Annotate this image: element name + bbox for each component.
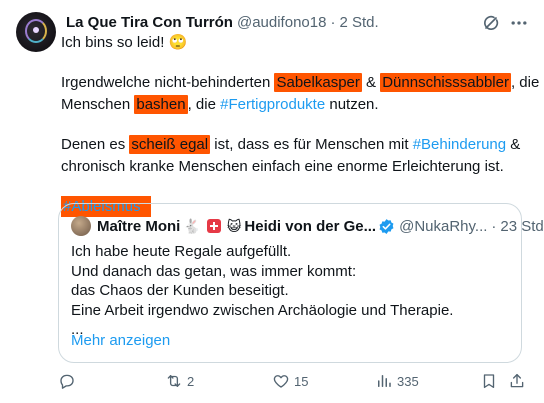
header-separator: · (330, 13, 336, 31)
tweet-header: La Que Tira Con Turrón @audifono18 · 2 S… (66, 12, 379, 32)
tweet-body: Ich bins so leid! 🙄 Irgendwelche nicht-b… (61, 32, 539, 218)
quoted-author-name-part1[interactable]: Maître Moni (97, 218, 180, 235)
redaction-highlight: scheiß egal (129, 135, 211, 154)
quoted-tweet-body: Ich habe heute Regale aufgefüllt. Und da… (71, 242, 511, 340)
text-segment: , die (187, 96, 221, 113)
avatar-dot-decoration (33, 27, 39, 33)
tweet-card[interactable]: La Que Tira Con Turrón @audifono18 · 2 S… (0, 0, 544, 403)
author-handle[interactable]: @audifono18 (237, 14, 326, 31)
text-segment: & (361, 74, 381, 91)
heart-icon (273, 375, 289, 388)
author-avatar[interactable] (16, 12, 56, 52)
like-count: 15 (294, 373, 309, 389)
like-button[interactable]: 15 (272, 370, 308, 392)
cat-emoji: 😺 (226, 217, 242, 234)
author-display-name[interactable]: La Que Tira Con Turrón (66, 14, 233, 31)
reply-button[interactable] (58, 370, 80, 392)
redaction-highlight: Sabelkasper (274, 73, 362, 92)
quoted-author-avatar[interactable] (71, 216, 91, 236)
tweet-paragraph-2: Irgendwelche nicht-behinderten Sabelkasp… (61, 72, 539, 116)
tweet-paragraph-3: Denen es scheiß egal ist, dass es für Me… (61, 134, 521, 178)
text-segment: chronisch kranke Menschen einfach eine e… (61, 158, 504, 175)
text-segment: & (506, 136, 521, 153)
tweet-action-bar: 2 15 335 (58, 370, 528, 392)
share-icon (510, 373, 524, 388)
quoted-line: Eine Arbeit irgendwo zwischen Archäologi… (71, 301, 454, 319)
swiss-flag-icon (206, 219, 221, 233)
bookmark-button[interactable] (480, 370, 498, 392)
views-chart-icon (378, 375, 391, 387)
bookmark-icon (483, 374, 495, 389)
hashtag-link[interactable]: #Behinderung (413, 136, 506, 153)
quoted-tweet[interactable]: Maître Moni 🐇 😺 Heidi von der Ge... @Nuk… (58, 203, 544, 363)
share-button[interactable] (508, 370, 526, 392)
text-segment: Denen es (61, 136, 130, 153)
rabbit-emoji: 🐇 (183, 217, 201, 234)
tweet-timestamp[interactable]: 2 Std. (339, 14, 378, 31)
redaction-highlight: bashen (134, 95, 188, 114)
tweet-line-1: Ich bins so leid! 🙄 (61, 34, 188, 51)
text-segment: nutzen. (325, 96, 379, 113)
quoted-line: das Chaos der Kunden beseitigt. (71, 282, 289, 299)
verified-badge-icon (378, 218, 395, 235)
quoted-header-separator: · (491, 217, 497, 235)
retweet-button[interactable]: 2 (165, 370, 194, 392)
redaction-highlight: Dünnschisssabbler (380, 73, 511, 92)
retweet-icon (167, 375, 181, 387)
quoted-line: Ich habe heute Regale aufgefüllt. (71, 243, 292, 260)
hashtag-link[interactable]: #Fertigprodukte (220, 96, 325, 113)
grok-icon[interactable] (480, 12, 502, 34)
quoted-timestamp[interactable]: 23 Std. (500, 218, 544, 235)
text-segment: Menschen (61, 96, 135, 113)
quoted-line: Und danach das getan, was immer kommt: (71, 262, 357, 280)
reply-icon (60, 374, 74, 389)
views-count: 335 (397, 373, 419, 389)
show-more-link[interactable]: Mehr anzeigen (71, 332, 170, 349)
views-button[interactable]: 335 (375, 370, 419, 392)
text-segment: , die (510, 74, 540, 91)
quoted-author-handle[interactable]: @NukaRhy... (399, 218, 487, 235)
quoted-author-name-part2[interactable]: Heidi von der Ge... (244, 218, 376, 235)
text-segment: ist, dass es für Menschen mit (210, 136, 413, 153)
text-segment: Irgendwelche nicht-behinderten (61, 74, 275, 91)
quoted-tweet-header: Maître Moni 🐇 😺 Heidi von der Ge... @Nuk… (71, 216, 544, 236)
more-options-icon[interactable] (508, 12, 530, 34)
retweet-count: 2 (187, 373, 195, 389)
